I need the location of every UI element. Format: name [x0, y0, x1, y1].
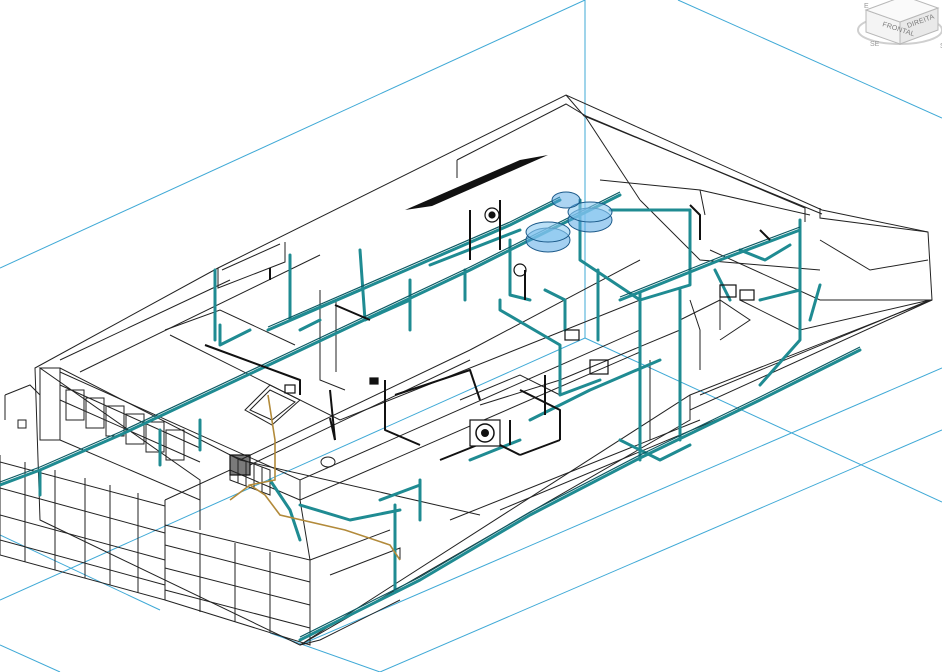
building-shell — [0, 94, 933, 646]
compass-south-label: SE — [870, 41, 880, 48]
isometric-plumbing-model: FRONTAL DIREITA E SE S — [0, 0, 942, 672]
water-tanks — [525, 191, 613, 253]
viewcube-icon[interactable]: FRONTAL DIREITA E SE S — [857, 0, 942, 50]
model-viewport[interactable]: FRONTAL DIREITA E SE S — [0, 0, 942, 672]
solar-collector — [405, 155, 548, 210]
water-tank-1 — [525, 221, 571, 253]
water-heater — [469, 419, 501, 447]
water-tank-3 — [551, 191, 581, 209]
water-supply-network — [0, 193, 862, 642]
compass-east-label: E — [864, 3, 869, 10]
